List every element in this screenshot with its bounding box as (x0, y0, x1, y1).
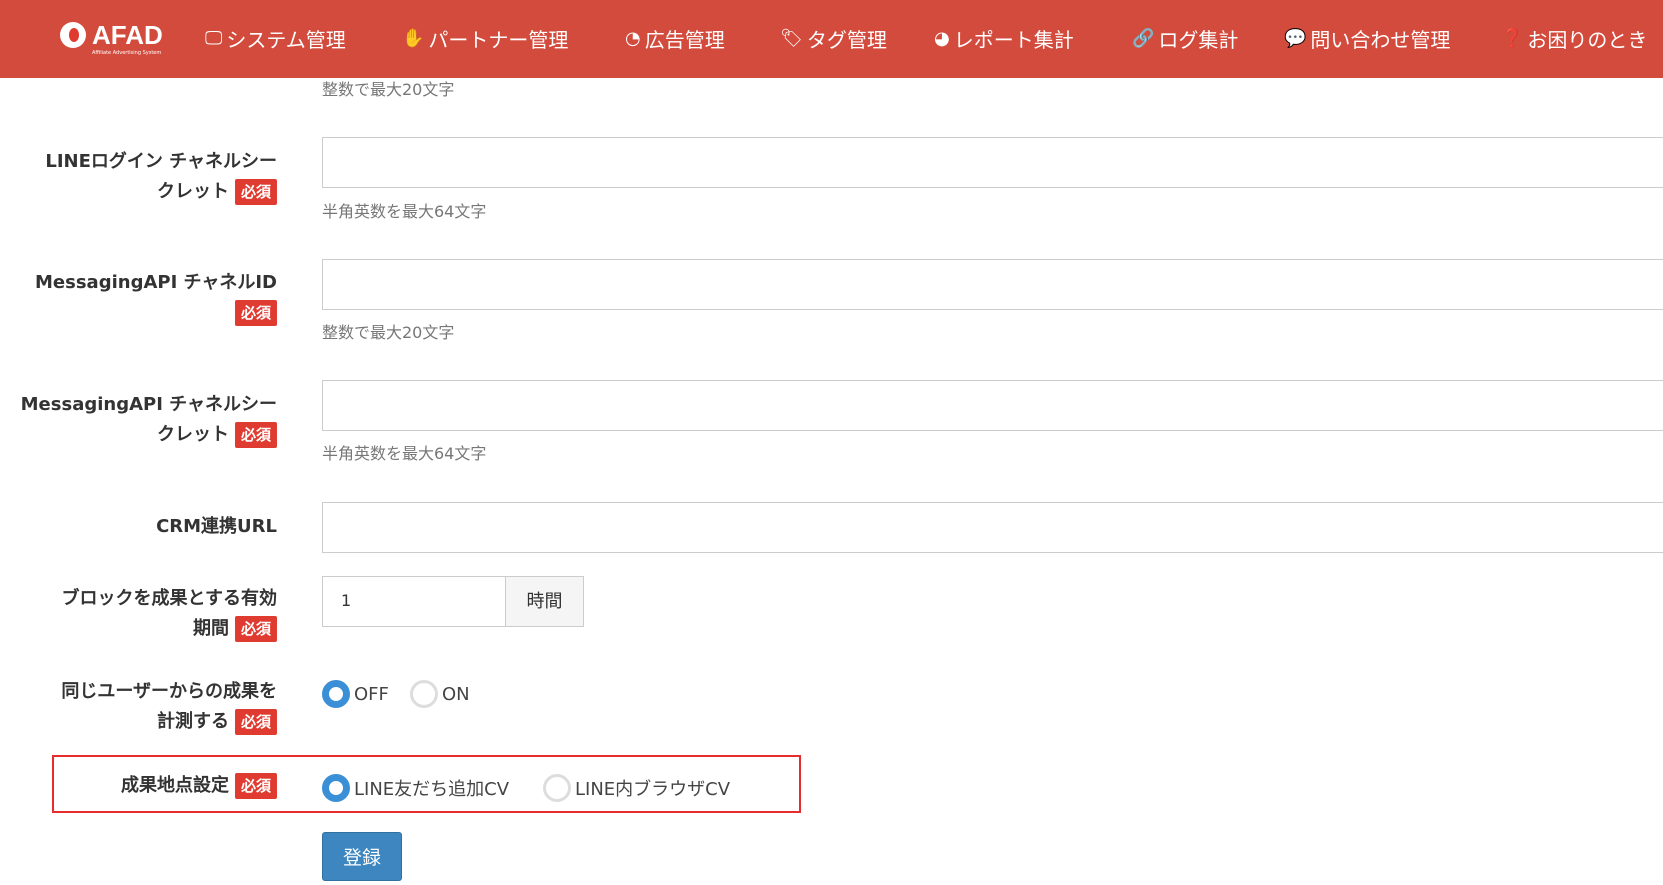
label-text: 計測する (156, 711, 229, 732)
nav-partner[interactable]: ✋ パートナー管理 (402, 24, 568, 53)
radio-checked-icon (322, 774, 350, 802)
required-badge: 必須 (234, 709, 277, 735)
help-text: 整数で最大20文字 (322, 80, 455, 99)
label-text: ブロックを成果とする有効 (61, 588, 277, 609)
label-text: クレット (156, 424, 229, 445)
crm-url-label: CRM連携URL (156, 512, 277, 542)
label-text: CRM連携URL (156, 516, 277, 537)
block-period-input[interactable]: 1 (322, 576, 506, 627)
label-text: MessagingAPI チャネルシー (20, 394, 277, 415)
block-period-label: ブロックを成果とする有効期間 必須 (62, 584, 277, 644)
nav-inquiry[interactable]: 💬 問い合わせ管理 (1284, 24, 1450, 53)
label-text: MessagingAPI チャネルID (35, 272, 277, 293)
messaging-channel-id-label: MessagingAPI チャネルID 必須 (35, 268, 277, 328)
required-badge: 必須 (234, 773, 277, 799)
top-navbar: AFAD Affiliate Advertising System 🖵 システム管… (0, 0, 1663, 78)
radio-line-browser-cv[interactable]: LINE内ブラウザCV (543, 774, 730, 802)
radio-label: ON (442, 683, 470, 705)
dashboard-icon: ◔ (625, 28, 641, 49)
unit-addon: 時間 (505, 576, 584, 627)
label-text: 同じユーザーからの成果を (61, 681, 277, 702)
messaging-secret-input[interactable] (322, 380, 1663, 431)
nav-report[interactable]: ◕ レポート集計 (934, 24, 1074, 53)
radio-label: OFF (354, 683, 389, 705)
required-badge: 必須 (234, 300, 277, 326)
line-login-secret-input[interactable] (322, 137, 1663, 188)
radio-unchecked-icon (410, 680, 438, 708)
help-text: 半角英数を最大64文字 (322, 444, 487, 463)
label-text: 成果地点設定 (120, 775, 229, 796)
radio-on[interactable]: ON (410, 680, 470, 708)
logo-text: AFAD (92, 20, 163, 50)
comments-icon: 💬 (1284, 28, 1307, 49)
submit-button[interactable]: 登録 (322, 832, 402, 881)
required-badge: 必須 (234, 179, 277, 205)
radio-checked-icon (322, 680, 350, 708)
pie-chart-icon: ◕ (934, 28, 950, 49)
line-login-secret-label: LINEログイン チャネルシークレット 必須 (45, 147, 277, 207)
label-text: LINEログイン チャネルシー (45, 151, 277, 172)
nav-tags[interactable]: 🏷 タグ管理 (780, 24, 887, 53)
radio-label: LINE友だち追加CV (354, 779, 510, 800)
messaging-secret-label: MessagingAPI チャネルシークレット 必須 (21, 390, 277, 450)
nav-label: システム管理 (226, 28, 346, 52)
logo-subtext: Affiliate Advertising System (92, 50, 162, 56)
nav-system[interactable]: 🖵 システム管理 (205, 24, 346, 53)
nav-help[interactable]: ❓ お困りのとき (1501, 24, 1647, 53)
nav-label: レポート集計 (953, 28, 1074, 52)
required-badge: 必須 (234, 422, 277, 448)
radio-off[interactable]: OFF (322, 680, 389, 708)
logo-mark-icon (60, 22, 86, 48)
radio-line-friend-cv[interactable]: LINE友だち追加CV (322, 774, 509, 802)
crm-url-input[interactable] (322, 502, 1663, 553)
question-circle-icon: ❓ (1501, 28, 1524, 49)
nav-label: タグ管理 (806, 28, 887, 52)
label-text: クレット (156, 181, 229, 202)
nav-label: お困りのとき (1527, 28, 1648, 52)
tags-icon: 🏷 (780, 28, 803, 49)
nav-label: パートナー管理 (428, 28, 569, 52)
nav-label: ログ集計 (1158, 28, 1239, 52)
afad-logo[interactable]: AFAD Affiliate Advertising System (60, 20, 163, 56)
radio-unchecked-icon (543, 774, 571, 802)
nav-ads[interactable]: ◔ 広告管理 (625, 24, 725, 53)
help-text: 半角英数を最大64文字 (322, 202, 487, 221)
same-user-label: 同じユーザーからの成果を計測する 必須 (61, 677, 277, 737)
nav-label: 問い合わせ管理 (1310, 28, 1451, 52)
label-text: 期間 (192, 618, 229, 639)
radio-label: LINE内ブラウザCV (575, 779, 731, 800)
required-badge: 必須 (234, 616, 277, 642)
nav-label: 広告管理 (644, 28, 725, 52)
monitor-icon: 🖵 (205, 28, 223, 49)
help-text: 整数で最大20文字 (322, 323, 455, 342)
nav-log[interactable]: 🔗 ログ集計 (1132, 24, 1238, 53)
messaging-channel-id-input[interactable] (322, 259, 1663, 310)
conversion-point-label: 成果地点設定 必須 (121, 771, 277, 801)
handshake-icon: ✋ (402, 28, 425, 49)
link-icon: 🔗 (1132, 28, 1155, 49)
